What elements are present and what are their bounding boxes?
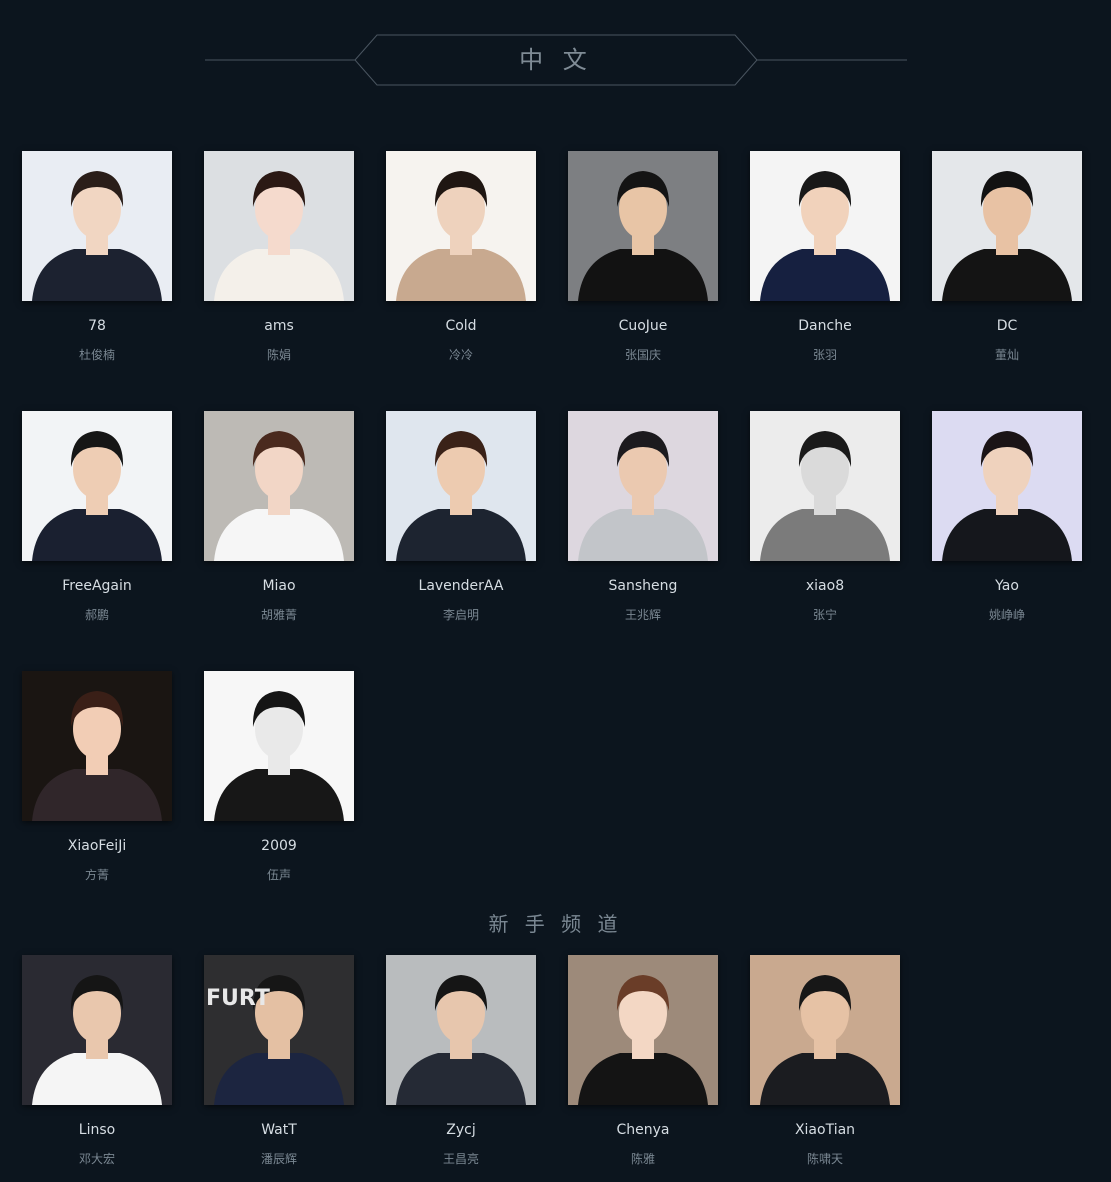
player-real-name: 杜俊楠 <box>78 348 115 362</box>
player-real-name: 陈雅 <box>630 1152 655 1166</box>
player-card[interactable]: 78 杜俊楠 <box>22 151 172 366</box>
player-card[interactable]: Yao 姚峥峥 <box>932 411 1082 626</box>
player-nickname[interactable]: Miao <box>194 578 364 594</box>
player-card[interactable]: ams 陈娟 <box>204 151 354 366</box>
player-real-name: 姚峥峥 <box>988 608 1025 622</box>
player-nickname[interactable]: LavenderAA <box>376 578 546 594</box>
player-card[interactable]: Zycj 王昌亮 <box>386 955 536 1170</box>
player-card[interactable]: 2009 伍声 <box>204 671 354 886</box>
player-avatar[interactable] <box>750 411 900 561</box>
player-avatar[interactable] <box>932 151 1082 301</box>
player-real-name: 郝鹏 <box>84 608 109 622</box>
player-avatar[interactable]: FURT <box>204 955 354 1105</box>
player-nickname[interactable]: Chenya <box>558 1122 728 1138</box>
player-avatar[interactable] <box>386 411 536 561</box>
player-real-name: 董灿 <box>994 348 1019 362</box>
player-card[interactable]: CuoJue 张国庆 <box>568 151 718 366</box>
player-avatar[interactable] <box>568 955 718 1105</box>
player-real-name: 王昌亮 <box>442 1152 479 1166</box>
portrait-graphic <box>22 671 172 821</box>
player-avatar[interactable] <box>750 151 900 301</box>
portrait-graphic <box>386 955 536 1105</box>
player-real-name: 邓大宏 <box>78 1152 115 1166</box>
player-nickname[interactable]: CuoJue <box>558 318 728 334</box>
player-card[interactable]: Danche 张羽 <box>750 151 900 366</box>
player-nickname[interactable]: 78 <box>12 318 182 334</box>
player-card[interactable]: XiaoFeiJi 方菁 <box>22 671 172 886</box>
player-avatar[interactable] <box>386 151 536 301</box>
player-nickname[interactable]: 2009 <box>194 838 364 854</box>
portrait-graphic <box>568 411 718 561</box>
player-real-name: 胡雅菁 <box>260 608 297 622</box>
player-avatar[interactable] <box>22 955 172 1105</box>
player-card[interactable]: Linso 邓大宏 <box>22 955 172 1170</box>
newbie-channel-title: 新 手 频 道 <box>488 912 623 936</box>
player-real-name: 陈娟 <box>266 348 291 362</box>
player-real-name: 冷冷 <box>448 348 473 362</box>
player-nickname[interactable]: Linso <box>12 1122 182 1138</box>
portrait-graphic <box>750 411 900 561</box>
portrait-graphic <box>22 955 172 1105</box>
player-nickname[interactable]: ams <box>194 318 364 334</box>
player-avatar[interactable] <box>204 151 354 301</box>
portrait-graphic <box>204 671 354 821</box>
player-real-name: 张羽 <box>812 348 837 362</box>
player-nickname[interactable]: WatT <box>194 1122 364 1138</box>
player-real-name: 陈啸天 <box>806 1152 843 1166</box>
player-avatar[interactable] <box>22 671 172 821</box>
player-card[interactable]: FURT WatT 潘辰辉 <box>204 955 354 1170</box>
player-real-name: 方菁 <box>84 868 109 882</box>
player-real-name: 潘辰辉 <box>260 1152 297 1166</box>
player-nickname[interactable]: Zycj <box>376 1122 546 1138</box>
player-nickname[interactable]: XiaoTian <box>740 1122 910 1138</box>
player-nickname[interactable]: Sansheng <box>558 578 728 594</box>
portrait-graphic <box>386 411 536 561</box>
portrait-graphic <box>386 151 536 301</box>
player-avatar[interactable] <box>568 151 718 301</box>
player-card[interactable]: XiaoTian 陈啸天 <box>750 955 900 1170</box>
player-card[interactable]: Sansheng 王兆辉 <box>568 411 718 626</box>
player-real-name: 李启明 <box>442 608 479 622</box>
player-card[interactable]: FreeAgain 郝鹏 <box>22 411 172 626</box>
portrait-graphic <box>568 151 718 301</box>
portrait-graphic <box>204 411 354 561</box>
player-real-name: 张宁 <box>812 608 837 622</box>
portrait-graphic <box>750 151 900 301</box>
player-card[interactable]: DC 董灿 <box>932 151 1082 366</box>
player-card[interactable]: xiao8 张宁 <box>750 411 900 626</box>
player-nickname[interactable]: Yao <box>922 578 1092 594</box>
portrait-graphic <box>568 955 718 1105</box>
portrait-graphic: FURT <box>204 955 354 1105</box>
portrait-graphic <box>932 151 1082 301</box>
player-nickname[interactable]: Danche <box>740 318 910 334</box>
player-nickname[interactable]: xiao8 <box>740 578 910 594</box>
player-nickname[interactable]: Cold <box>376 318 546 334</box>
player-avatar[interactable] <box>204 411 354 561</box>
player-avatar[interactable] <box>568 411 718 561</box>
portrait-graphic <box>932 411 1082 561</box>
portrait-graphic <box>22 411 172 561</box>
section-title: 中 文 <box>519 46 593 74</box>
portrait-overlay-text: FURT <box>206 986 270 1011</box>
player-card[interactable]: Cold 冷冷 <box>386 151 536 366</box>
section-header: 中 文 <box>205 34 907 86</box>
player-avatar[interactable] <box>22 151 172 301</box>
portrait-graphic <box>204 151 354 301</box>
portrait-graphic <box>22 151 172 301</box>
player-nickname[interactable]: DC <box>922 318 1092 334</box>
player-avatar[interactable] <box>750 955 900 1105</box>
player-nickname[interactable]: XiaoFeiJi <box>12 838 182 854</box>
player-real-name: 伍声 <box>266 868 291 882</box>
player-card[interactable]: Chenya 陈雅 <box>568 955 718 1170</box>
portrait-graphic <box>750 955 900 1105</box>
player-avatar[interactable] <box>932 411 1082 561</box>
player-real-name: 张国庆 <box>624 348 661 362</box>
player-real-name: 王兆辉 <box>624 608 661 622</box>
player-avatar[interactable] <box>204 671 354 821</box>
player-card[interactable]: Miao 胡雅菁 <box>204 411 354 626</box>
player-nickname[interactable]: FreeAgain <box>12 578 182 594</box>
player-card[interactable]: LavenderAA 李启明 <box>386 411 536 626</box>
player-avatar[interactable] <box>386 955 536 1105</box>
player-avatar[interactable] <box>22 411 172 561</box>
